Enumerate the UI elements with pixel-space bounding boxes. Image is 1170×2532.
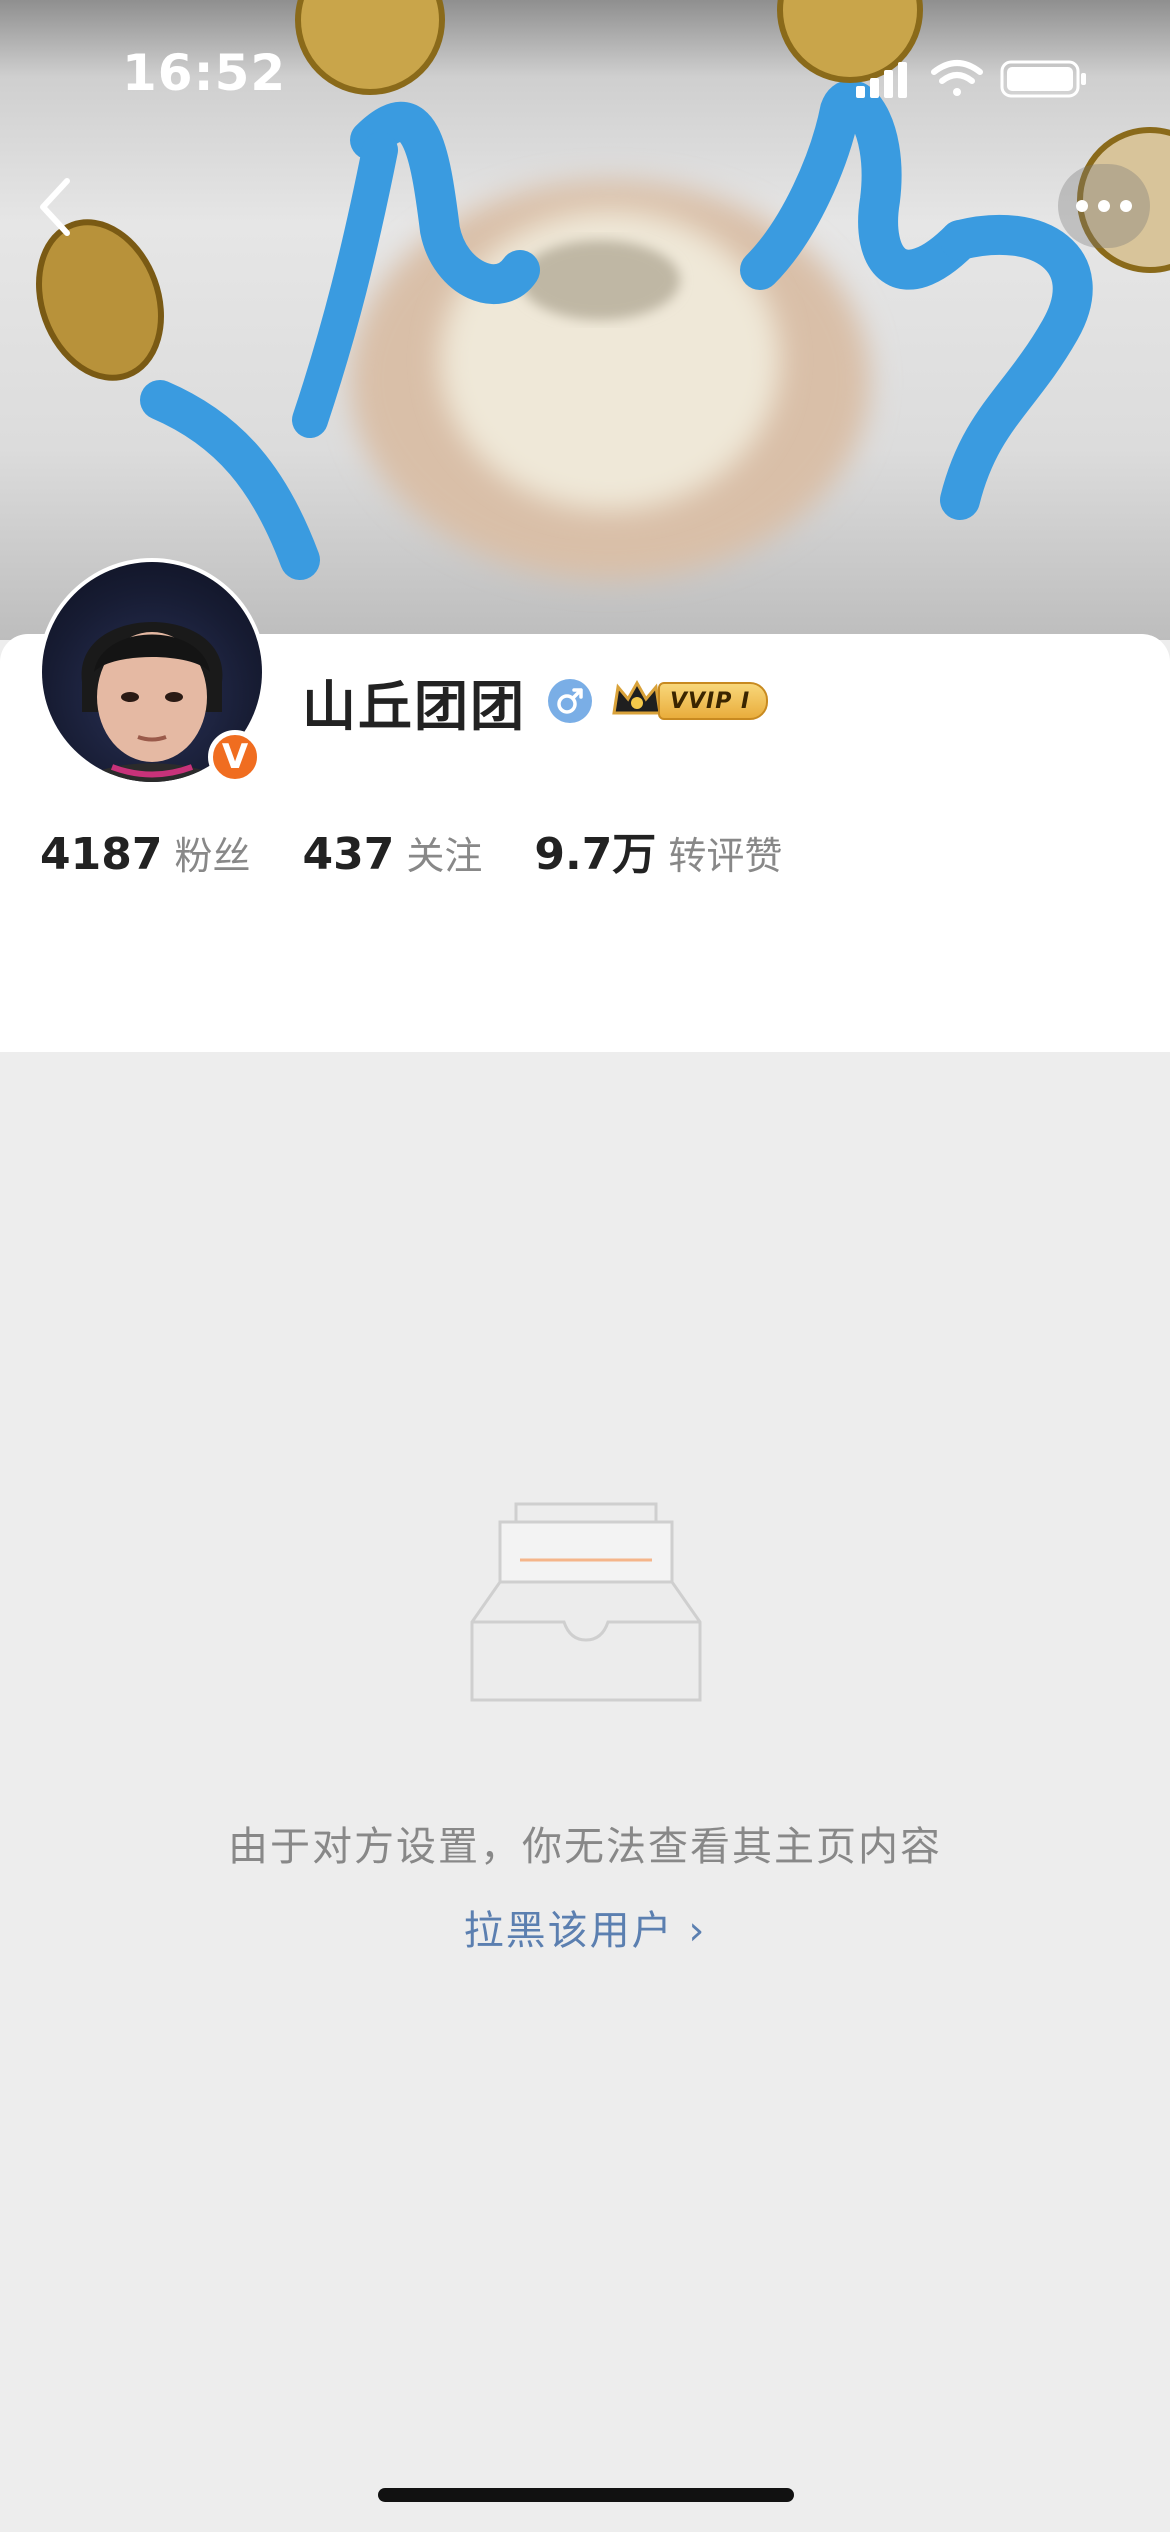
block-user-link[interactable]: 拉黑该用户 ›: [0, 1898, 1170, 1956]
status-icons: [856, 60, 1086, 98]
vip-label: VVIP Ⅰ: [658, 682, 769, 720]
home-indicator[interactable]: [378, 2488, 794, 2502]
stat-label: 转评赞: [668, 834, 783, 878]
stat-following[interactable]: 437 关注: [302, 825, 482, 880]
profile-name-row: 山丘团团 VVIP Ⅰ: [302, 666, 769, 738]
stat-label: 粉丝: [174, 834, 251, 878]
profile-username: 山丘团团: [302, 674, 526, 738]
wifi-icon: [931, 60, 983, 96]
profile-cover-image[interactable]: 16:52: [0, 0, 1170, 640]
male-icon: [548, 679, 592, 723]
verified-badge-icon: V: [208, 730, 262, 784]
battery-icon: [1000, 60, 1086, 98]
vip-badge[interactable]: VVIP Ⅰ: [610, 679, 769, 723]
crown-icon: [612, 679, 662, 715]
back-button[interactable]: [20, 162, 90, 252]
status-bar: 16:52: [0, 0, 1170, 150]
stat-value: 437: [302, 829, 395, 880]
stat-followers[interactable]: 4187 粉丝: [40, 825, 250, 880]
more-options-button[interactable]: [1058, 164, 1150, 248]
chevron-left-icon: [40, 178, 70, 236]
profile-stats: 4187 粉丝 437 关注 9.7万 转评赞: [40, 818, 834, 882]
more-dots-icon: [1076, 200, 1132, 212]
stat-value: 4187: [40, 829, 163, 880]
empty-state-message: 由于对方设置，你无法查看其主页内容: [228, 1824, 942, 1870]
status-time: 16:52: [122, 44, 287, 102]
cellular-signal-icon: [856, 62, 907, 98]
stat-value: 9.7万: [534, 829, 657, 880]
stat-interactions[interactable]: 9.7万 转评赞: [534, 818, 782, 882]
empty-inbox-icon: [470, 1502, 702, 1702]
stat-label: 关注: [406, 834, 483, 878]
